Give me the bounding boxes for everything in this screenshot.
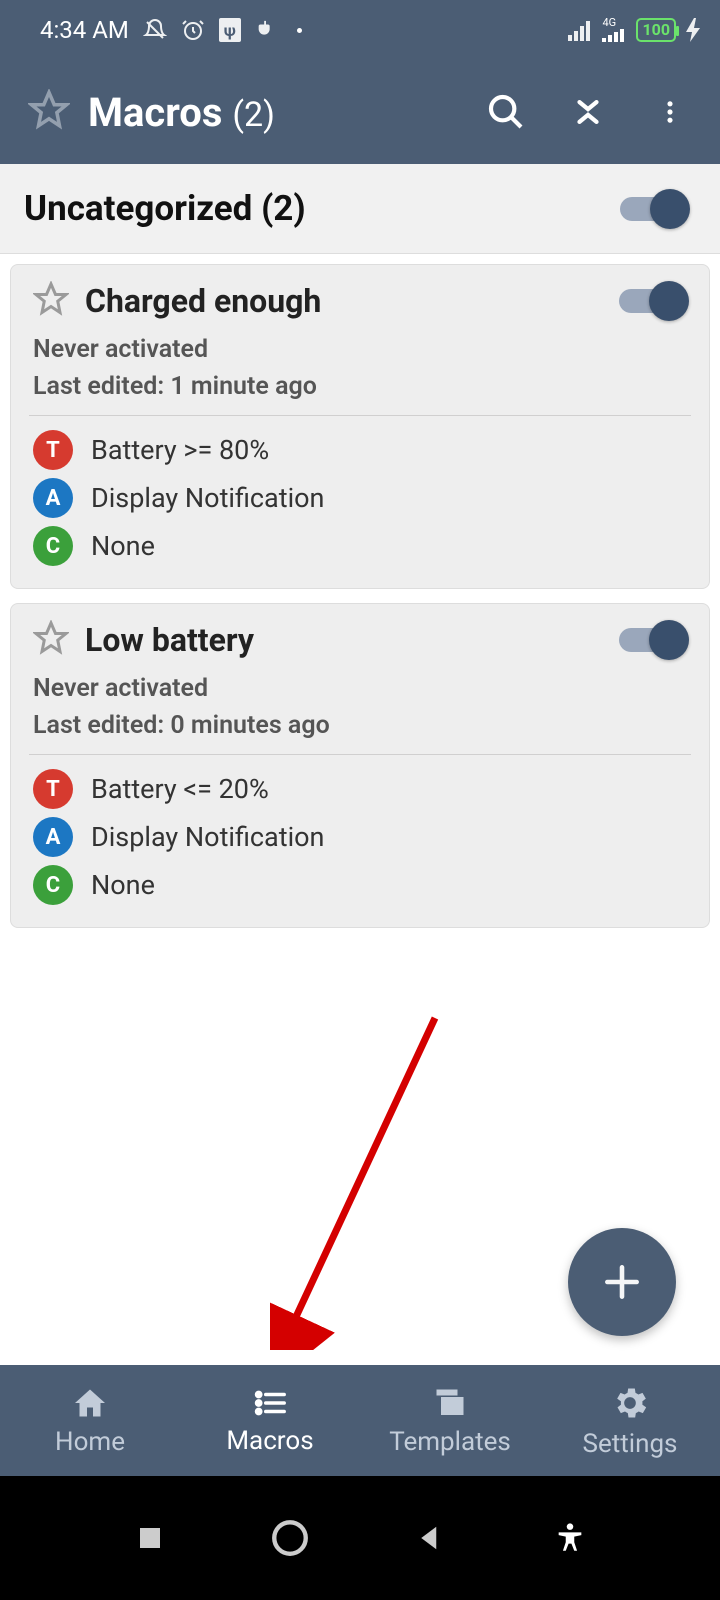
app-bar: Macros (2) <box>0 60 720 164</box>
action-badge-icon: A <box>33 817 73 857</box>
constraint-text: None <box>91 530 155 562</box>
collapse-expand-button[interactable] <box>558 82 618 142</box>
macro-trigger-row: T Battery >= 80% <box>33 430 687 470</box>
macro-toggle[interactable] <box>619 282 687 320</box>
macro-last-edited: Last edited: 0 minutes ago <box>33 711 687 740</box>
status-time: 4:34 AM <box>40 16 129 44</box>
tab-templates[interactable]: Templates <box>360 1365 540 1476</box>
dot-icon <box>297 28 302 33</box>
tab-macros[interactable]: Macros <box>180 1365 360 1476</box>
4g-signal-icon: 4G <box>602 18 626 42</box>
constraint-badge-icon: C <box>33 526 73 566</box>
search-button[interactable] <box>476 82 536 142</box>
constraint-badge-icon: C <box>33 865 73 905</box>
tab-home[interactable]: Home <box>0 1365 180 1476</box>
home-button[interactable] <box>260 1508 320 1568</box>
recent-apps-button[interactable] <box>120 1508 180 1568</box>
macro-never-activated: Never activated <box>33 335 687 364</box>
star-outline-icon[interactable] <box>33 281 69 321</box>
favorites-filter-icon[interactable] <box>28 89 70 135</box>
macro-last-edited: Last edited: 1 minute ago <box>33 372 687 401</box>
trigger-badge-icon: T <box>33 430 73 470</box>
trigger-text: Battery <= 20% <box>91 773 269 805</box>
category-toggle[interactable] <box>620 190 688 228</box>
tab-label: Settings <box>583 1429 678 1459</box>
macro-card[interactable]: Low battery Never activated Last edited:… <box>10 603 710 928</box>
accessibility-button[interactable] <box>540 1508 600 1568</box>
back-button[interactable] <box>400 1508 460 1568</box>
category-title: Uncategorized (2) <box>24 188 620 229</box>
tab-label: Home <box>55 1427 125 1457</box>
macro-toggle[interactable] <box>619 621 687 659</box>
action-text: Display Notification <box>91 821 324 853</box>
action-text: Display Notification <box>91 482 324 514</box>
action-badge-icon: A <box>33 478 73 518</box>
macro-card[interactable]: Charged enough Never activated Last edit… <box>10 264 710 589</box>
bottom-navigation: Home Macros Templates Settings <box>0 1365 720 1476</box>
notifications-off-icon <box>143 18 167 42</box>
tab-label: Macros <box>226 1426 313 1456</box>
macro-title: Charged enough <box>85 282 603 320</box>
charging-plug-icon <box>255 19 277 41</box>
macro-trigger-row: T Battery <= 20% <box>33 769 687 809</box>
macro-never-activated: Never activated <box>33 674 687 703</box>
tab-label: Templates <box>389 1427 511 1457</box>
category-header-uncategorized[interactable]: Uncategorized (2) <box>0 164 720 254</box>
add-macro-fab[interactable] <box>568 1228 676 1336</box>
android-nav-bar <box>0 1476 720 1600</box>
macro-constraint-row: C None <box>33 865 687 905</box>
charging-bolt-icon <box>686 18 700 42</box>
page-title: Macros (2) <box>88 89 454 136</box>
annotation-arrow-icon <box>270 1010 450 1350</box>
more-menu-button[interactable] <box>640 82 700 142</box>
trigger-text: Battery >= 80% <box>91 434 269 466</box>
macro-action-row: A Display Notification <box>33 817 687 857</box>
alarm-icon <box>181 18 205 42</box>
constraint-text: None <box>91 869 155 901</box>
signal-icon <box>568 19 592 41</box>
macro-action-row: A Display Notification <box>33 478 687 518</box>
macro-title: Low battery <box>85 621 603 659</box>
usb-icon: ψ <box>219 18 241 42</box>
trigger-badge-icon: T <box>33 769 73 809</box>
tab-settings[interactable]: Settings <box>540 1365 720 1476</box>
android-status-bar: 4:34 AM ψ 4G 100 <box>0 0 720 60</box>
star-outline-icon[interactable] <box>33 620 69 660</box>
macro-constraint-row: C None <box>33 526 687 566</box>
battery-level-icon: 100 <box>636 18 676 42</box>
